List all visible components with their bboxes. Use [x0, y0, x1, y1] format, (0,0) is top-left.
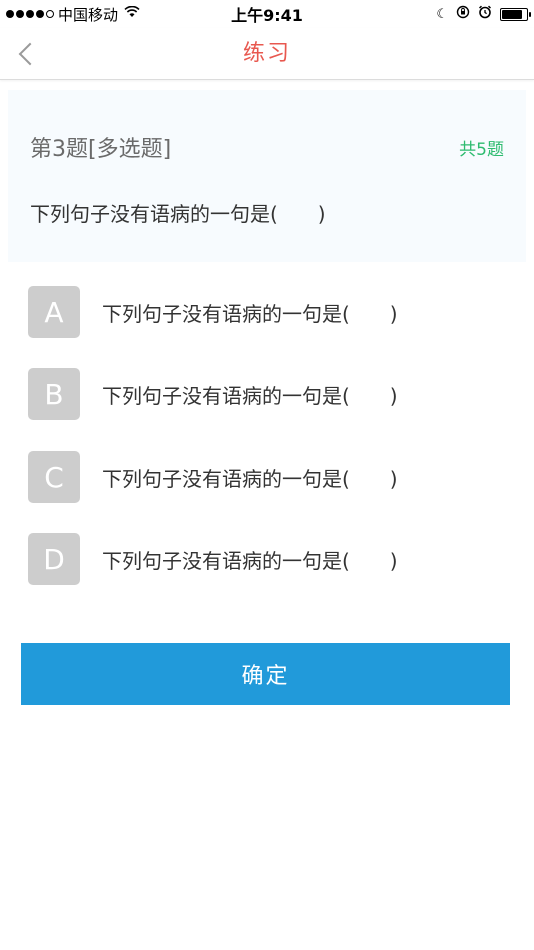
question-header: 第3题[多选题] 共5题	[30, 135, 504, 165]
option-d[interactable]: D 下列句子没有语病的一句是( )	[28, 533, 508, 585]
option-a[interactable]: A 下列句子没有语病的一句是( )	[28, 286, 508, 338]
confirm-button[interactable]: 确定	[21, 643, 510, 705]
signal-strength-icon	[6, 10, 54, 18]
wifi-icon	[124, 5, 140, 22]
page-title: 练习	[242, 41, 291, 66]
question-total: 共5题	[459, 140, 504, 160]
question-card: 第3题[多选题] 共5题 下列句子没有语病的一句是( )	[8, 90, 526, 262]
option-letter-badge: B	[28, 368, 80, 420]
option-letter-badge: A	[28, 286, 80, 338]
option-letter-badge: C	[28, 451, 80, 503]
option-text: 下列句子没有语病的一句是( )	[102, 383, 398, 408]
option-letter-badge: D	[28, 533, 80, 585]
question-text: 下列句子没有语病的一句是( )	[30, 202, 326, 226]
navigation-bar: 练习	[0, 28, 534, 80]
option-c[interactable]: C 下列句子没有语病的一句是( )	[28, 451, 508, 503]
question-number: 第3题[多选题]	[30, 137, 172, 162]
carrier-name: 中国移动	[58, 5, 119, 24]
option-text: 下列句子没有语病的一句是( )	[102, 301, 398, 326]
option-text: 下列句子没有语病的一句是( )	[102, 466, 398, 491]
moon-icon: ☾	[436, 6, 448, 22]
rotation-lock-icon	[456, 5, 470, 23]
option-b[interactable]: B 下列句子没有语病的一句是( )	[28, 368, 508, 420]
battery-icon	[500, 7, 531, 21]
option-text: 下列句子没有语病的一句是( )	[102, 548, 398, 573]
status-bar: 中国移动 上午9:41 ☾	[0, 0, 534, 28]
alarm-icon	[478, 5, 492, 23]
